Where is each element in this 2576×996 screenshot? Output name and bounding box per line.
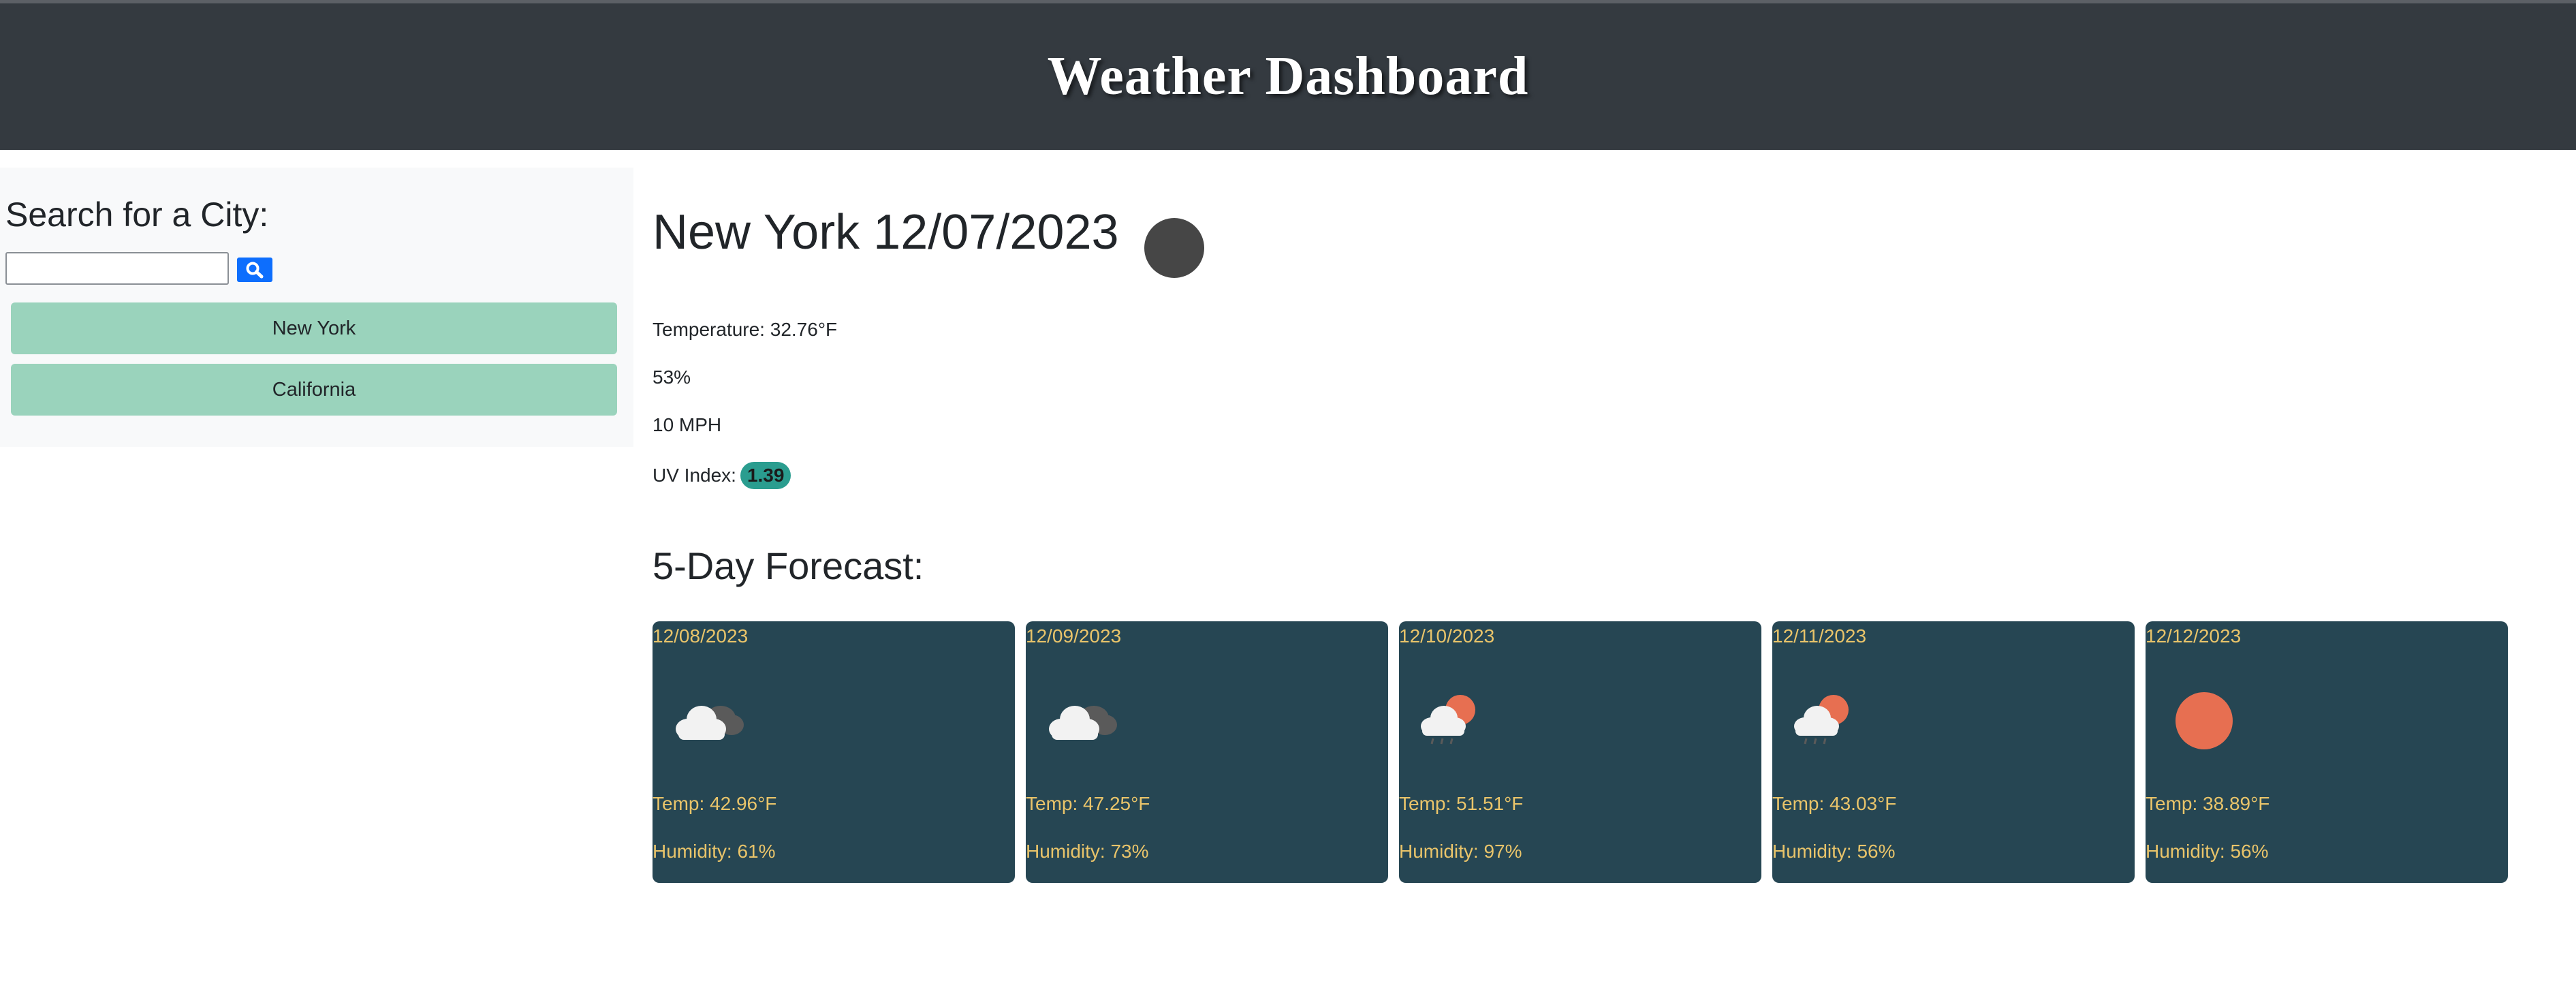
forecast-temp: Temp: 47.25°F [1026,793,1150,814]
forecast-temp: Temp: 42.96°F [653,793,777,814]
search-button[interactable] [237,258,272,282]
city-search-input[interactable] [5,252,229,285]
forecast-card: 12/11/2023 Temp: 43.03°F Humidity: 56% [1772,621,2135,883]
forecast-humidity: Humidity: 56% [1772,841,1896,862]
forecast-temp: Temp: 51.51°F [1399,793,1524,814]
forecast-date: 12/10/2023 [1399,625,1495,647]
forecast-card: 12/09/2023 Temp: 47.25°F Humidity: 73% [1026,621,1388,883]
history-button-new-york[interactable]: New York [11,302,617,354]
forecast-humidity: Humidity: 73% [1026,841,1149,862]
cloudy-icon [1049,706,1117,740]
search-icon [246,262,264,279]
forecast-humidity: Humidity: 56% [2146,841,2269,862]
current-wind: 10 MPH [653,414,722,435]
cloud-icon [1144,218,1204,278]
uv-index-row: UV Index: 1.39 [653,462,791,489]
search-sidebar: Search for a City: New York California [0,168,633,447]
forecast-temp: Temp: 38.89°F [2146,793,2270,814]
forecast-card: 12/08/2023 Temp: 42.96°F Humidity: 61% [653,621,1015,883]
forecast-date: 12/12/2023 [2146,625,2242,647]
forecast-date: 12/11/2023 [1772,625,1867,647]
current-city-title: New York 12/07/2023 [653,205,1119,260]
page-header: Weather Dashboard [0,3,2576,150]
forecast-card: 12/10/2023 Temp: 51.51°F Humidity: 97% [1399,621,1761,883]
page-title: Weather Dashboard [1047,46,1529,106]
uv-index-label: UV Index: [653,465,736,486]
forecast-date: 12/08/2023 [653,625,749,647]
forecast-temp: Temp: 43.03°F [1772,793,1897,814]
forecast-date: 12/09/2023 [1026,625,1122,647]
forecast-humidity: Humidity: 97% [1399,841,1522,862]
rain-sun-icon [1421,695,1475,745]
forecast-humidity: Humidity: 61% [653,841,776,862]
uv-index-badge: 1.39 [740,462,791,489]
search-heading: Search for a City: [5,196,269,234]
forecast-heading: 5-Day Forecast: [653,544,924,587]
sun-icon [2176,692,2233,749]
forecast-card: 12/12/2023 Temp: 38.89°F Humidity: 56% [2146,621,2508,883]
history-button-california[interactable]: California [11,364,617,416]
cloudy-icon [676,706,744,740]
rain-sun-icon [1794,695,1849,745]
current-temperature: Temperature: 32.76°F [653,319,838,340]
current-humidity: 53% [653,367,691,388]
